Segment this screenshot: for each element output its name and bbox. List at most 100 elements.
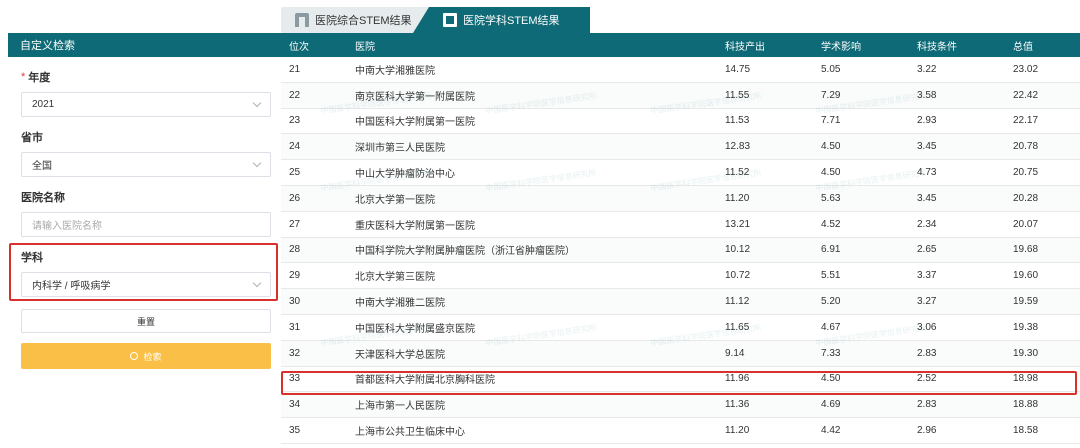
- cell-total: 22.17: [1013, 115, 1039, 127]
- tab-label: 医院学科STEM结果: [463, 15, 560, 27]
- custom-search-panel: 自定义检索 * 年度 2021 省市 全国 医院名称 请输入医院名称 学科 内科…: [8, 33, 282, 448]
- cell-rank: 23: [289, 115, 301, 127]
- header-hospital[interactable]: 医院: [355, 38, 725, 53]
- cell-total: 18.88: [1013, 399, 1039, 411]
- cell-hospital: 中国医科大学附属盛京医院: [355, 323, 475, 335]
- header-impact[interactable]: 学术影响: [821, 38, 917, 53]
- table-row[interactable]: 25 中山大学肿瘤防治中心 11.52 4.50 4.73 20.75: [281, 160, 1080, 186]
- cell-hospital: 南京医科大学第一附属医院: [355, 91, 475, 103]
- cell-total: 22.42: [1013, 89, 1039, 101]
- tab-label: 医院综合STEM结果: [315, 15, 412, 27]
- cell-conditions: 3.45: [917, 192, 937, 204]
- cell-hospital: 上海市第一人民医院: [355, 401, 445, 413]
- tab-hospital-comprehensive[interactable]: 医院综合STEM结果: [281, 7, 429, 33]
- cell-conditions: 2.65: [917, 244, 937, 256]
- cell-conditions: 3.22: [917, 63, 937, 75]
- cell-rank: 32: [289, 347, 301, 359]
- table-row[interactable]: 26 北京大学第一医院 11.20 5.63 3.45 20.28: [281, 185, 1080, 212]
- cell-output: 11.96: [725, 373, 750, 385]
- province-select[interactable]: 全国: [21, 152, 271, 177]
- header-rank[interactable]: 位次: [281, 38, 355, 53]
- cell-hospital: 中国科学院大学附属肿瘤医院（浙江省肿瘤医院）: [355, 246, 575, 258]
- table-row[interactable]: 34 上海市第一人民医院 11.36 4.69 2.83 18.88: [281, 392, 1080, 419]
- hospital-label-text: 医院名称: [21, 192, 65, 204]
- cell-rank: 30: [289, 296, 301, 308]
- cell-rank: 24: [289, 141, 301, 153]
- cell-hospital: 首都医科大学附属北京胸科医院: [355, 375, 495, 387]
- result-tabs: 医院综合STEM结果 医院学科STEM结果: [281, 7, 590, 33]
- cell-total: 19.59: [1013, 296, 1039, 308]
- cell-conditions: 2.83: [917, 347, 937, 359]
- subject-value: 内科学 / 呼吸病学: [32, 281, 111, 292]
- cell-impact: 5.63: [821, 192, 841, 204]
- cell-hospital: 北京大学第三医院: [355, 272, 435, 284]
- hospital-name-input[interactable]: 请输入医院名称: [21, 212, 271, 237]
- cell-conditions: 2.93: [917, 115, 937, 127]
- header-total[interactable]: 总值: [1013, 38, 1080, 53]
- year-value: 2021: [32, 99, 55, 110]
- table-row[interactable]: 33 首都医科大学附属北京胸科医院 11.96 4.50 2.52 18.98: [281, 366, 1080, 393]
- book-icon: [443, 13, 457, 27]
- cell-total: 19.38: [1013, 321, 1039, 333]
- header-output[interactable]: 科技产出: [725, 38, 821, 53]
- year-select[interactable]: 2021: [21, 92, 271, 117]
- cell-total: 19.30: [1013, 347, 1039, 359]
- cell-impact: 4.52: [821, 218, 841, 230]
- cell-impact: 5.05: [821, 63, 841, 75]
- hospital-icon: [295, 13, 309, 27]
- table-row[interactable]: 21 中南大学湘雅医院 14.75 5.05 3.22 23.02: [281, 57, 1080, 83]
- cell-hospital: 北京大学第一医院: [355, 194, 435, 206]
- cell-impact: 4.67: [821, 321, 841, 333]
- cell-hospital: 中山大学肿瘤防治中心: [355, 169, 455, 181]
- table-row[interactable]: 28 中国科学院大学附属肿瘤医院（浙江省肿瘤医院） 10.12 6.91 2.65 19.…: [281, 237, 1080, 264]
- province-label-text: 省市: [21, 132, 43, 144]
- cell-output: 11.20: [725, 192, 750, 204]
- cell-output: 11.12: [725, 296, 750, 308]
- table-body: 21 中南大学湘雅医院 14.75 5.05 3.22 23.02 22 南京医科大学第一附属…: [281, 57, 1080, 444]
- cell-rank: 21: [289, 63, 301, 75]
- cell-rank: 29: [289, 270, 301, 282]
- year-label-text: 年度: [28, 72, 51, 84]
- table-row[interactable]: 24 深圳市第三人民医院 12.83 4.50 3.45 20.78: [281, 134, 1080, 161]
- header-conditions[interactable]: 科技条件: [917, 38, 1013, 53]
- cell-rank: 25: [289, 167, 301, 179]
- table-row[interactable]: 22 南京医科大学第一附属医院 11.55 7.29 3.58 22.42: [281, 82, 1080, 109]
- table-row[interactable]: 30 中南大学湘雅二医院 11.12 5.20 3.27 19.59: [281, 289, 1080, 315]
- cell-conditions: 2.96: [917, 425, 937, 437]
- table-row[interactable]: 27 重庆医科大学附属第一医院 13.21 4.52 2.34 20.07: [281, 211, 1080, 238]
- reset-button[interactable]: 重置: [21, 309, 271, 333]
- table-row[interactable]: 23 中国医科大学附属第一医院 11.53 7.71 2.93 22.17: [281, 108, 1080, 135]
- table-row[interactable]: 29 北京大学第三医院 10.72 5.51 3.37 19.60: [281, 263, 1080, 290]
- cell-rank: 26: [289, 192, 301, 204]
- cell-impact: 7.71: [821, 115, 841, 127]
- required-mark: *: [21, 71, 26, 83]
- cell-rank: 33: [289, 373, 301, 385]
- cell-total: 20.28: [1013, 192, 1039, 204]
- table-row[interactable]: 35 上海市公共卫生临床中心 11.20 4.42 2.96 18.58: [281, 418, 1080, 444]
- cell-output: 13.21: [725, 218, 751, 230]
- cell-output: 11.52: [725, 167, 750, 179]
- cell-output: 11.20: [725, 425, 750, 437]
- hospital-placeholder: 请输入医院名称: [32, 221, 102, 232]
- cell-output: 11.53: [725, 115, 750, 127]
- cell-impact: 7.33: [821, 347, 841, 359]
- cell-hospital: 天津医科大学总医院: [355, 349, 445, 361]
- cell-total: 20.78: [1013, 141, 1039, 153]
- cell-impact: 7.29: [821, 89, 841, 101]
- cell-rank: 35: [289, 425, 301, 437]
- cell-conditions: 2.52: [917, 373, 937, 385]
- cell-output: 14.75: [725, 63, 751, 75]
- table-row[interactable]: 32 天津医科大学总医院 9.14 7.33 2.83 19.30: [281, 340, 1080, 367]
- cell-conditions: 2.34: [917, 218, 937, 230]
- table-row[interactable]: 31 中国医科大学附属盛京医院 11.65 4.67 3.06 19.38: [281, 314, 1080, 341]
- year-label: * 年度: [21, 69, 271, 85]
- cell-conditions: 3.58: [917, 89, 937, 101]
- cell-impact: 4.69: [821, 399, 841, 411]
- search-button[interactable]: 检索: [21, 343, 271, 369]
- subject-select[interactable]: 内科学 / 呼吸病学: [21, 272, 271, 297]
- cell-impact: 4.50: [821, 373, 841, 385]
- search-icon: [130, 352, 139, 360]
- tab-hospital-subject[interactable]: 医院学科STEM结果: [413, 7, 590, 33]
- cell-conditions: 3.27: [917, 296, 937, 308]
- search-label: 检索: [143, 351, 162, 362]
